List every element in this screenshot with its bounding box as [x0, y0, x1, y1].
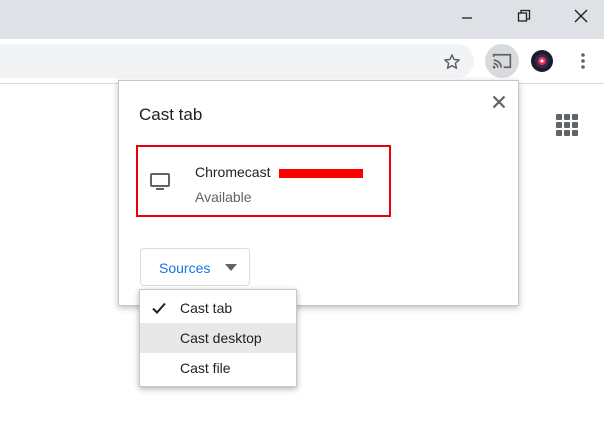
dialog-title: Cast tab [139, 105, 203, 124]
cast-icon [492, 53, 512, 69]
menu-item-label: Cast file [180, 360, 231, 376]
star-icon [444, 54, 460, 69]
sources-label: Sources [159, 260, 211, 276]
caret-down-icon [225, 264, 237, 271]
menu-item-label: Cast tab [180, 300, 233, 316]
close-icon [574, 9, 588, 23]
redaction-mark [279, 169, 363, 178]
cast-dialog: Cast tab Chromecast Available Sources [118, 80, 519, 306]
restore-icon [517, 9, 531, 22]
minimize-button[interactable] [447, 0, 487, 32]
checkmark-icon [152, 302, 166, 314]
menu-item-cast-desktop[interactable]: Cast desktop [140, 323, 296, 353]
menu-item-label: Cast desktop [180, 330, 262, 346]
tv-icon [150, 173, 170, 190]
bookmark-button[interactable] [441, 51, 463, 73]
sources-button[interactable]: Sources [140, 248, 250, 286]
restore-button[interactable] [504, 0, 544, 32]
window-titlebar [0, 0, 604, 39]
chrome-menu-button[interactable] [576, 51, 590, 71]
close-window-button[interactable] [561, 0, 601, 32]
sink-name: Chromecast [195, 164, 271, 180]
sources-menu: Cast tab Cast desktop Cast file [139, 289, 297, 387]
minimize-icon [462, 17, 472, 19]
avatar [531, 50, 553, 72]
browser-toolbar [0, 39, 604, 83]
menu-item-cast-file[interactable]: Cast file [140, 353, 296, 383]
more-vert-icon [581, 53, 585, 69]
cast-sink-chromecast[interactable]: Chromecast Available [136, 145, 391, 217]
profile-button[interactable] [530, 49, 554, 73]
apps-grid-icon[interactable] [556, 114, 578, 136]
cast-button[interactable] [485, 44, 519, 78]
dialog-close-button[interactable] [488, 91, 510, 113]
menu-item-cast-tab[interactable]: Cast tab [140, 293, 296, 323]
close-icon [492, 95, 506, 109]
address-bar[interactable] [0, 44, 474, 78]
sink-status: Available [195, 189, 252, 205]
